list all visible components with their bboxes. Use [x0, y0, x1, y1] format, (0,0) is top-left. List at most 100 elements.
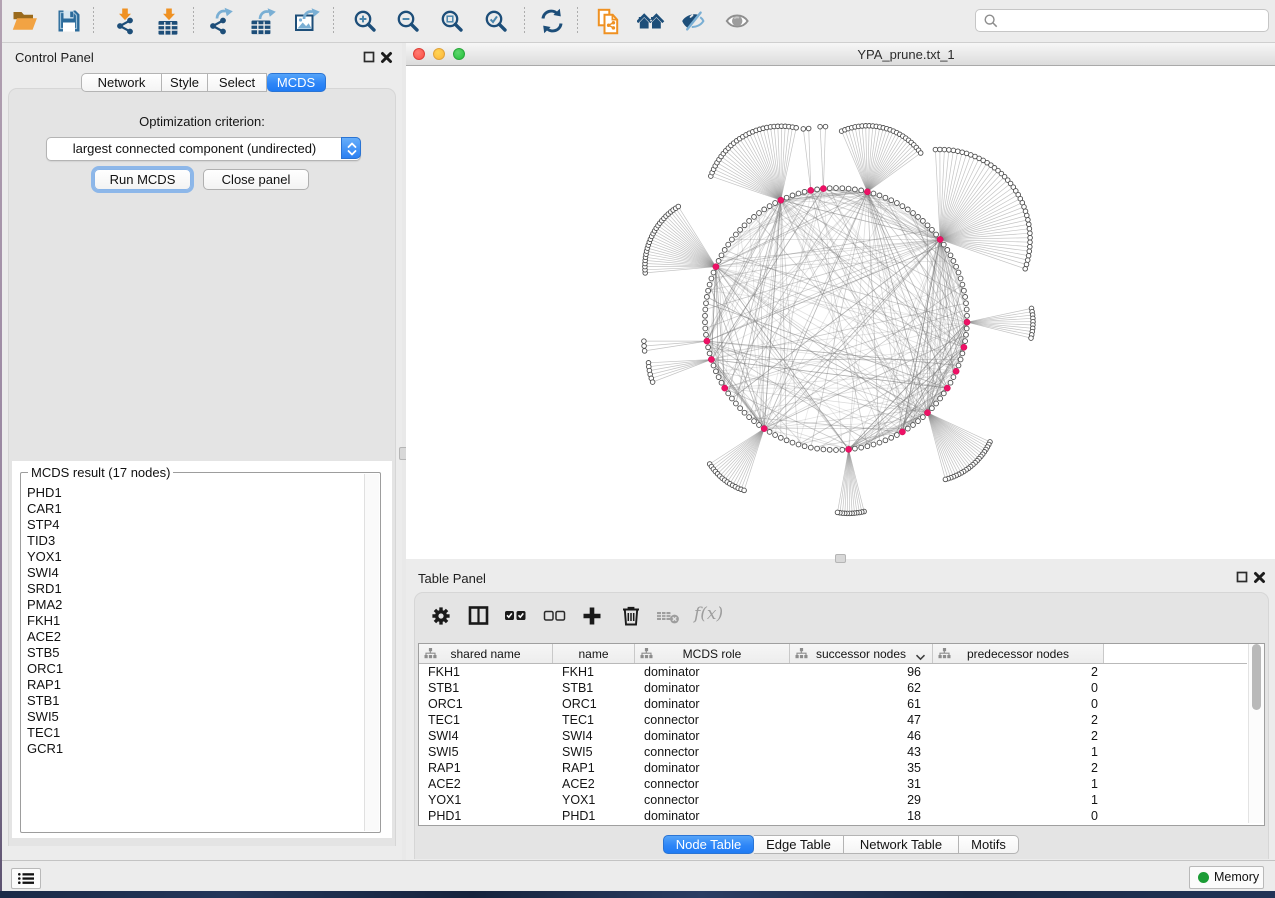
horizontal-splitter[interactable] [406, 559, 1275, 566]
zoom-in-icon[interactable] [351, 7, 379, 35]
table-row[interactable]: SWI5SWI5connector431 [419, 744, 1262, 760]
run-mcds-button[interactable]: Run MCDS [94, 169, 191, 190]
show-column-icon[interactable] [467, 604, 491, 628]
mcds-list-scrollbar[interactable] [364, 474, 379, 831]
memory-status-icon [1198, 872, 1209, 883]
table-row[interactable]: SWI4SWI4dominator462 [419, 728, 1262, 744]
function-builder-icon[interactable]: f(x) [694, 604, 718, 628]
cell-name: STB1 [562, 680, 593, 696]
table-scrollbar-thumb[interactable] [1252, 644, 1261, 710]
column-header-MCDS-role[interactable]: MCDS role [635, 644, 790, 663]
add-column-icon[interactable] [580, 604, 604, 628]
zoom-selected-icon[interactable] [482, 7, 510, 35]
network-view-titlebar[interactable]: YPA_prune.txt_1 [406, 43, 1275, 66]
export-table-icon[interactable] [249, 7, 277, 35]
table-row[interactable]: ACE2ACE2connector311 [419, 776, 1262, 792]
mcds-result-list[interactable]: PHD1CAR1STP4TID3YOX1SWI4SRD1PMA2FKH1ACE2… [22, 485, 364, 831]
unselect-all-checkboxes-icon[interactable] [543, 604, 567, 628]
table-scrollbar[interactable] [1248, 644, 1264, 823]
mcds-result-item[interactable]: STB5 [22, 645, 364, 661]
window-zoom-light[interactable] [453, 48, 465, 60]
tab-motifs[interactable]: Motifs [959, 835, 1019, 854]
horizontal-splitter-grip[interactable] [835, 554, 846, 563]
tab-edge-table[interactable]: Edge Table [754, 835, 844, 854]
optimization-criterion-select[interactable]: largest connected component (undirected) [46, 137, 361, 161]
column-header-predecessor-nodes[interactable]: predecessor nodes [933, 644, 1104, 663]
mcds-result-item[interactable]: PMA2 [22, 597, 364, 613]
mcds-result-item[interactable]: STP4 [22, 517, 364, 533]
save-session-icon[interactable] [55, 7, 83, 35]
import-table-icon[interactable] [154, 7, 182, 35]
show-selected-icon[interactable] [725, 7, 753, 35]
window-close-light[interactable] [413, 48, 425, 60]
export-image-icon[interactable] [293, 7, 321, 35]
table-row[interactable]: YOX1YOX1connector291 [419, 792, 1262, 808]
table-row[interactable]: RAP1RAP1dominator352 [419, 760, 1262, 776]
table-panel-close-icon[interactable] [1253, 571, 1266, 584]
tab-network-table[interactable]: Network Table [844, 835, 959, 854]
control-panel-float-icon[interactable] [363, 51, 375, 63]
tab-style[interactable]: Style [162, 73, 208, 92]
column-header-shared-name[interactable]: shared name [419, 644, 553, 663]
close-panel-button[interactable]: Close panel [203, 169, 309, 190]
node-table-body: FKH1FKH1dominator962STB1STB1dominator620… [419, 664, 1262, 824]
delete-column-icon[interactable] [619, 604, 643, 628]
table-row[interactable]: PHD1PHD1dominator180 [419, 808, 1262, 824]
table-row[interactable]: FKH1FKH1dominator962 [419, 664, 1262, 680]
cell-successor-nodes: 96 [790, 664, 921, 680]
mcds-result-item[interactable]: FKH1 [22, 613, 364, 629]
cell-mcds-role: connector [644, 792, 699, 808]
mcds-result-item[interactable]: PHD1 [22, 485, 364, 501]
table-row[interactable]: ORC1ORC1dominator610 [419, 696, 1262, 712]
network-nodes[interactable] [642, 124, 1036, 516]
memory-button[interactable]: Memory [1189, 866, 1264, 889]
mcds-result-item[interactable]: ACE2 [22, 629, 364, 645]
column-header-name[interactable]: name [553, 644, 635, 663]
cell-name: SWI4 [562, 728, 593, 744]
mcds-result-item[interactable]: GCR1 [22, 741, 364, 757]
control-panel-tabs: NetworkStyleSelectMCDS [81, 73, 326, 92]
table-panel-title: Table Panel [418, 571, 486, 586]
mcds-result-item[interactable]: SWI5 [22, 709, 364, 725]
column-header-successor-nodes[interactable]: successor nodes [790, 644, 933, 663]
cell-shared-name: YOX1 [428, 792, 461, 808]
zoom-out-icon[interactable] [394, 7, 422, 35]
search-input[interactable] [975, 9, 1269, 32]
select-all-checkboxes-icon[interactable] [504, 604, 528, 628]
table-settings-icon[interactable] [429, 604, 453, 628]
table-row[interactable]: STB1STB1dominator620 [419, 680, 1262, 696]
table-row[interactable]: TEC1TEC1connector472 [419, 712, 1262, 728]
delete-table-icon[interactable] [656, 604, 680, 628]
tab-node-table[interactable]: Node Table [663, 835, 754, 854]
mcds-result-item[interactable]: RAP1 [22, 677, 364, 693]
network-graph-canvas[interactable] [406, 66, 1275, 559]
table-panel-float-icon[interactable] [1236, 571, 1248, 583]
export-network-icon[interactable] [207, 7, 235, 35]
desktop-wallpaper-bottom-edge [0, 891, 1275, 898]
mcds-result-item[interactable]: SWI4 [22, 565, 364, 581]
cell-shared-name: SWI5 [428, 744, 459, 760]
cell-predecessor-nodes: 0 [933, 680, 1098, 696]
mcds-result-item[interactable]: YOX1 [22, 549, 364, 565]
zoom-fit-icon[interactable] [438, 7, 466, 35]
mcds-result-item[interactable]: ORC1 [22, 661, 364, 677]
window-minimize-light[interactable] [433, 48, 445, 60]
mcds-result-item[interactable]: TEC1 [22, 725, 364, 741]
tab-mcds[interactable]: MCDS [267, 73, 326, 92]
tab-network[interactable]: Network [81, 73, 162, 92]
optimization-criterion-value: largest connected component (undirected) [47, 138, 360, 159]
task-history-button[interactable] [11, 868, 41, 889]
hide-selected-icon[interactable] [680, 7, 708, 35]
refresh-view-icon[interactable] [538, 7, 566, 35]
mcds-result-item[interactable]: STB1 [22, 693, 364, 709]
control-panel-close-icon[interactable] [380, 51, 393, 64]
column-type-icon [424, 648, 437, 663]
open-file-icon[interactable] [11, 7, 39, 35]
tab-select[interactable]: Select [208, 73, 267, 92]
import-network-icon[interactable] [111, 7, 139, 35]
mcds-result-item[interactable]: SRD1 [22, 581, 364, 597]
mcds-result-item[interactable]: TID3 [22, 533, 364, 549]
clone-network-icon[interactable] [594, 7, 622, 35]
mcds-result-item[interactable]: CAR1 [22, 501, 364, 517]
show-all-hide-icon[interactable] [637, 7, 665, 35]
